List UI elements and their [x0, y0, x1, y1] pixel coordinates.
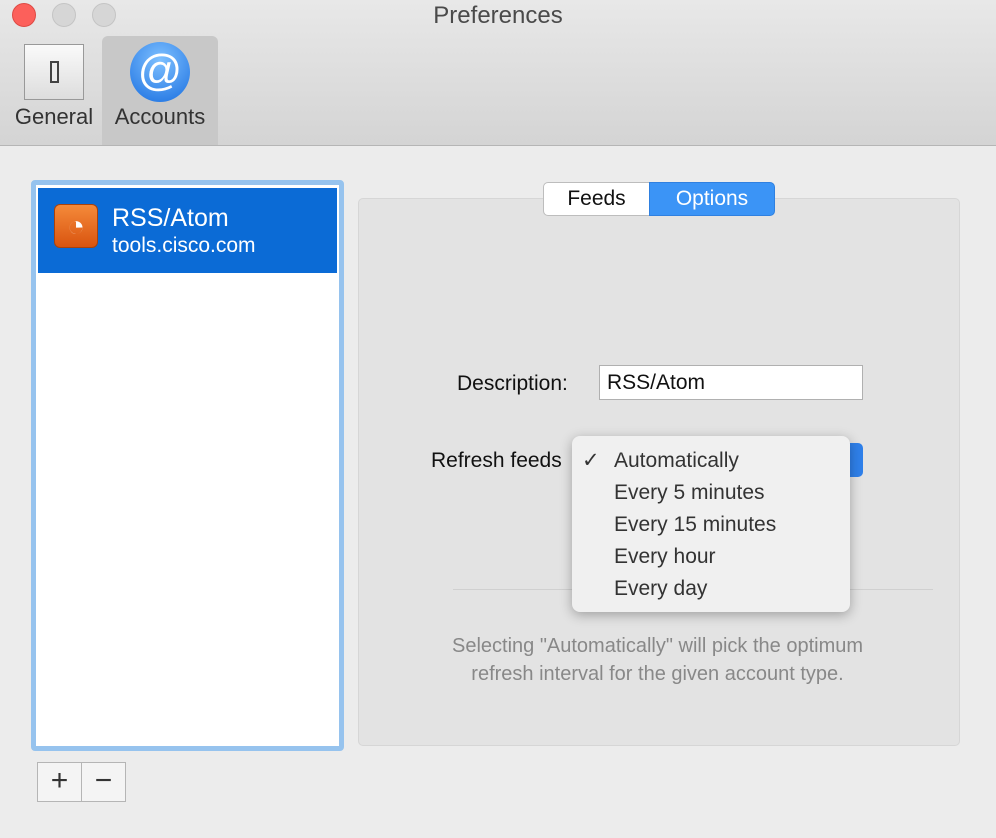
remove-account-button[interactable]: − [81, 762, 126, 802]
toolbar-general[interactable]: General [8, 36, 100, 145]
menu-item-every-15-minutes[interactable]: Every 15 minutes [572, 509, 850, 541]
tab-options[interactable]: Options [649, 182, 775, 216]
title-bar: Preferences General @ Accounts [0, 0, 996, 146]
description-input[interactable]: RSS/Atom [599, 365, 863, 400]
accounts-list[interactable]: ◔ RSS/Atom tools.cisco.com [31, 180, 344, 751]
tab-feeds[interactable]: Feeds [543, 182, 650, 216]
menu-item-label: Automatically [614, 449, 739, 472]
window-title: Preferences [433, 2, 563, 29]
checkmark-icon: ✓ [582, 449, 600, 472]
refresh-feeds-label: Refresh feeds [431, 449, 562, 472]
account-server: tools.cisco.com [112, 234, 256, 257]
refresh-dropdown-menu: ✓ Automatically Every 5 minutes Every 15 … [572, 436, 850, 612]
menu-item-every-hour[interactable]: Every hour [572, 541, 850, 573]
toolbar-general-label: General [14, 104, 94, 129]
menu-item-every-5-minutes[interactable]: Every 5 minutes [572, 477, 850, 509]
help-line-2: refresh interval for the given account t… [471, 663, 844, 685]
add-account-button[interactable]: + [37, 762, 82, 802]
account-item-rss[interactable]: ◔ RSS/Atom tools.cisco.com [38, 188, 337, 273]
help-line-1: Selecting "Automatically" will pick the … [451, 635, 864, 657]
light-switch-icon [24, 44, 84, 100]
at-sign-icon: @ [130, 42, 190, 102]
toolbar-accounts[interactable]: @ Accounts [102, 36, 218, 145]
rss-icon: ◔ [54, 204, 98, 248]
menu-item-every-day[interactable]: Every day [572, 573, 850, 605]
menu-item-automatically[interactable]: ✓ Automatically [572, 445, 850, 477]
description-label: Description: [457, 372, 568, 395]
account-name: RSS/Atom [112, 204, 229, 232]
help-text: Selecting "Automatically" will pick the … [380, 632, 935, 688]
toolbar-accounts-label: Accounts [114, 104, 206, 129]
